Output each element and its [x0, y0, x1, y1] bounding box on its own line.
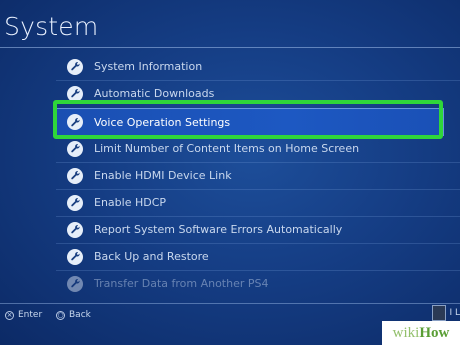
- wrench-icon: [67, 58, 83, 75]
- menu-item-label: Report System Software Errors Automatica…: [94, 223, 343, 236]
- back-hint: ○ Back: [56, 308, 91, 322]
- enter-label: Enter: [18, 310, 43, 320]
- wrench-icon: [67, 248, 83, 265]
- wrench-icon: [67, 221, 83, 238]
- menu-item-label: Automatic Downloads: [94, 87, 215, 100]
- wrench-icon: [67, 275, 83, 292]
- menu-item-label: Transfer Data from Another PS4: [94, 277, 269, 290]
- menu-item-label: Enable HDMI Device Link: [94, 169, 232, 182]
- watermark-wiki: wiki: [392, 324, 420, 341]
- wikihow-watermark: wiki How: [382, 321, 460, 345]
- menu-item-enable-hdcp[interactable]: Enable HDCP: [56, 189, 444, 216]
- menu-item-voice-operation-settings[interactable]: Voice Operation Settings: [56, 108, 444, 136]
- menu-item-enable-hdmi-device-link[interactable]: Enable HDMI Device Link: [56, 162, 444, 189]
- wrench-icon: [67, 140, 83, 157]
- wrench-icon: [67, 85, 83, 102]
- wrench-icon: [67, 114, 83, 130]
- menu-item-automatic-downloads[interactable]: Automatic Downloads: [56, 80, 444, 107]
- corner-text: I L: [449, 308, 460, 318]
- wrench-icon: [67, 167, 83, 184]
- user-corner: I L: [428, 303, 460, 323]
- watermark-how: How: [419, 324, 450, 341]
- menu-item-transfer-data[interactable]: Transfer Data from Another PS4: [56, 270, 444, 297]
- menu-item-label: Voice Operation Settings: [94, 115, 231, 129]
- system-settings-screen: System System Information Automatic Down…: [0, 0, 460, 345]
- back-label: Back: [69, 310, 91, 320]
- enter-hint: × Enter: [5, 308, 42, 322]
- menu-item-label: Back Up and Restore: [94, 250, 209, 263]
- page-title: System: [4, 12, 99, 41]
- cross-button-icon: ×: [5, 310, 14, 320]
- avatar: [432, 305, 447, 321]
- menu-item-system-information[interactable]: System Information: [56, 53, 444, 80]
- wrench-icon: [67, 194, 83, 211]
- footer-divider: [0, 303, 460, 304]
- circle-button-icon: ○: [56, 310, 65, 320]
- title-divider: [0, 47, 460, 48]
- menu-item-label: System Information: [94, 60, 203, 73]
- menu-item-label: Limit Number of Content Items on Home Sc…: [94, 142, 360, 155]
- menu-item-label: Enable HDCP: [94, 196, 167, 209]
- menu-item-report-system-errors[interactable]: Report System Software Errors Automatica…: [56, 216, 444, 243]
- menu-item-limit-content-items[interactable]: Limit Number of Content Items on Home Sc…: [56, 135, 444, 162]
- menu-item-back-up-and-restore[interactable]: Back Up and Restore: [56, 243, 444, 270]
